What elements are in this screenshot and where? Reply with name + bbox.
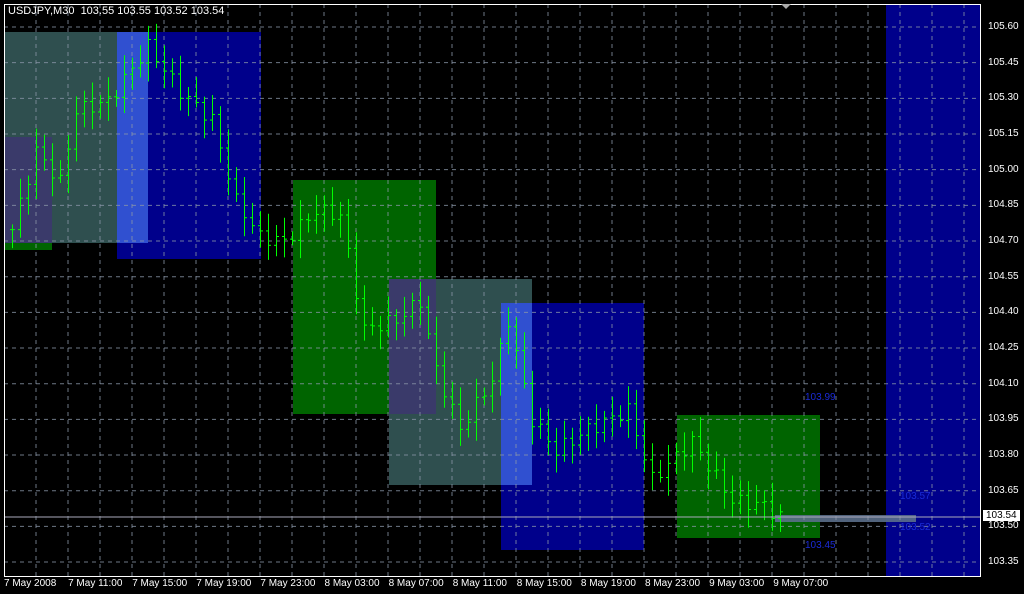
price-tick-label: 103.65 [988, 484, 1019, 496]
time-tick-label: 9 May 03:00 [709, 578, 765, 589]
price-tick-label: 104.40 [988, 306, 1019, 318]
price-tick-label: 105.45 [988, 56, 1019, 68]
price-tick-label: 105.15 [988, 128, 1019, 139]
price-tick-label: 103.95 [988, 413, 1019, 425]
price-tick-label: 103.50 [988, 520, 1019, 532]
time-tick-label: 8 May 03:00 [324, 578, 380, 589]
rectangle-gray-bar[interactable] [775, 515, 916, 522]
ohlc-bar [266, 213, 271, 260]
shift-marker-icon[interactable] [781, 4, 791, 9]
price-tick-label: 104.10 [988, 377, 1019, 389]
time-tick-label: 7 May 11:00 [68, 578, 123, 589]
price-chart[interactable] [0, 0, 1024, 594]
price-tick-label: 105.00 [988, 163, 1019, 175]
rectangle-green-small[interactable] [4, 243, 52, 250]
price-tick-label: 103.35 [988, 556, 1019, 568]
price-tick-label: 105.60 [988, 21, 1019, 32]
time-tick-label: 8 May 07:00 [388, 578, 444, 589]
ohlc-bar [658, 459, 663, 483]
price-tick-label: 103.80 [988, 449, 1019, 461]
price-tick-label: 104.25 [988, 342, 1019, 354]
time-tick-label: 7 May 19:00 [196, 578, 252, 589]
object-label-high-2: 103.57 [900, 491, 931, 502]
ohlc-bar [666, 444, 671, 496]
object-label-high: 103.99 [805, 392, 836, 403]
time-tick-label: 8 May 19:00 [580, 578, 636, 589]
ohlc-bar [282, 217, 287, 258]
price-tick-label: 104.85 [988, 199, 1019, 211]
time-tick-label: 7 May 2008 [4, 578, 57, 589]
price-tick-label: 104.55 [988, 270, 1019, 282]
ohlc-bar [650, 443, 655, 491]
chart-title: USDJPY,M30 103.55 103.55 103.52 103.54 [8, 5, 225, 17]
time-tick-label: 8 May 15:00 [516, 578, 572, 589]
time-tick-label: 9 May 07:00 [773, 578, 829, 589]
object-label-low: 103.45 [805, 540, 836, 551]
time-tick-label: 8 May 23:00 [645, 578, 701, 589]
time-tick-label: 8 May 11:00 [452, 578, 507, 589]
time-tick-label: 7 May 23:00 [260, 578, 316, 589]
chart-objects [4, 4, 980, 576]
price-tick-label: 104.70 [988, 235, 1019, 247]
price-tick-label: 105.30 [988, 92, 1019, 104]
object-label-low-2: 103.52 [900, 522, 931, 533]
current-price-label: 103.54 [983, 510, 1020, 521]
time-tick-label: 7 May 15:00 [132, 578, 188, 589]
